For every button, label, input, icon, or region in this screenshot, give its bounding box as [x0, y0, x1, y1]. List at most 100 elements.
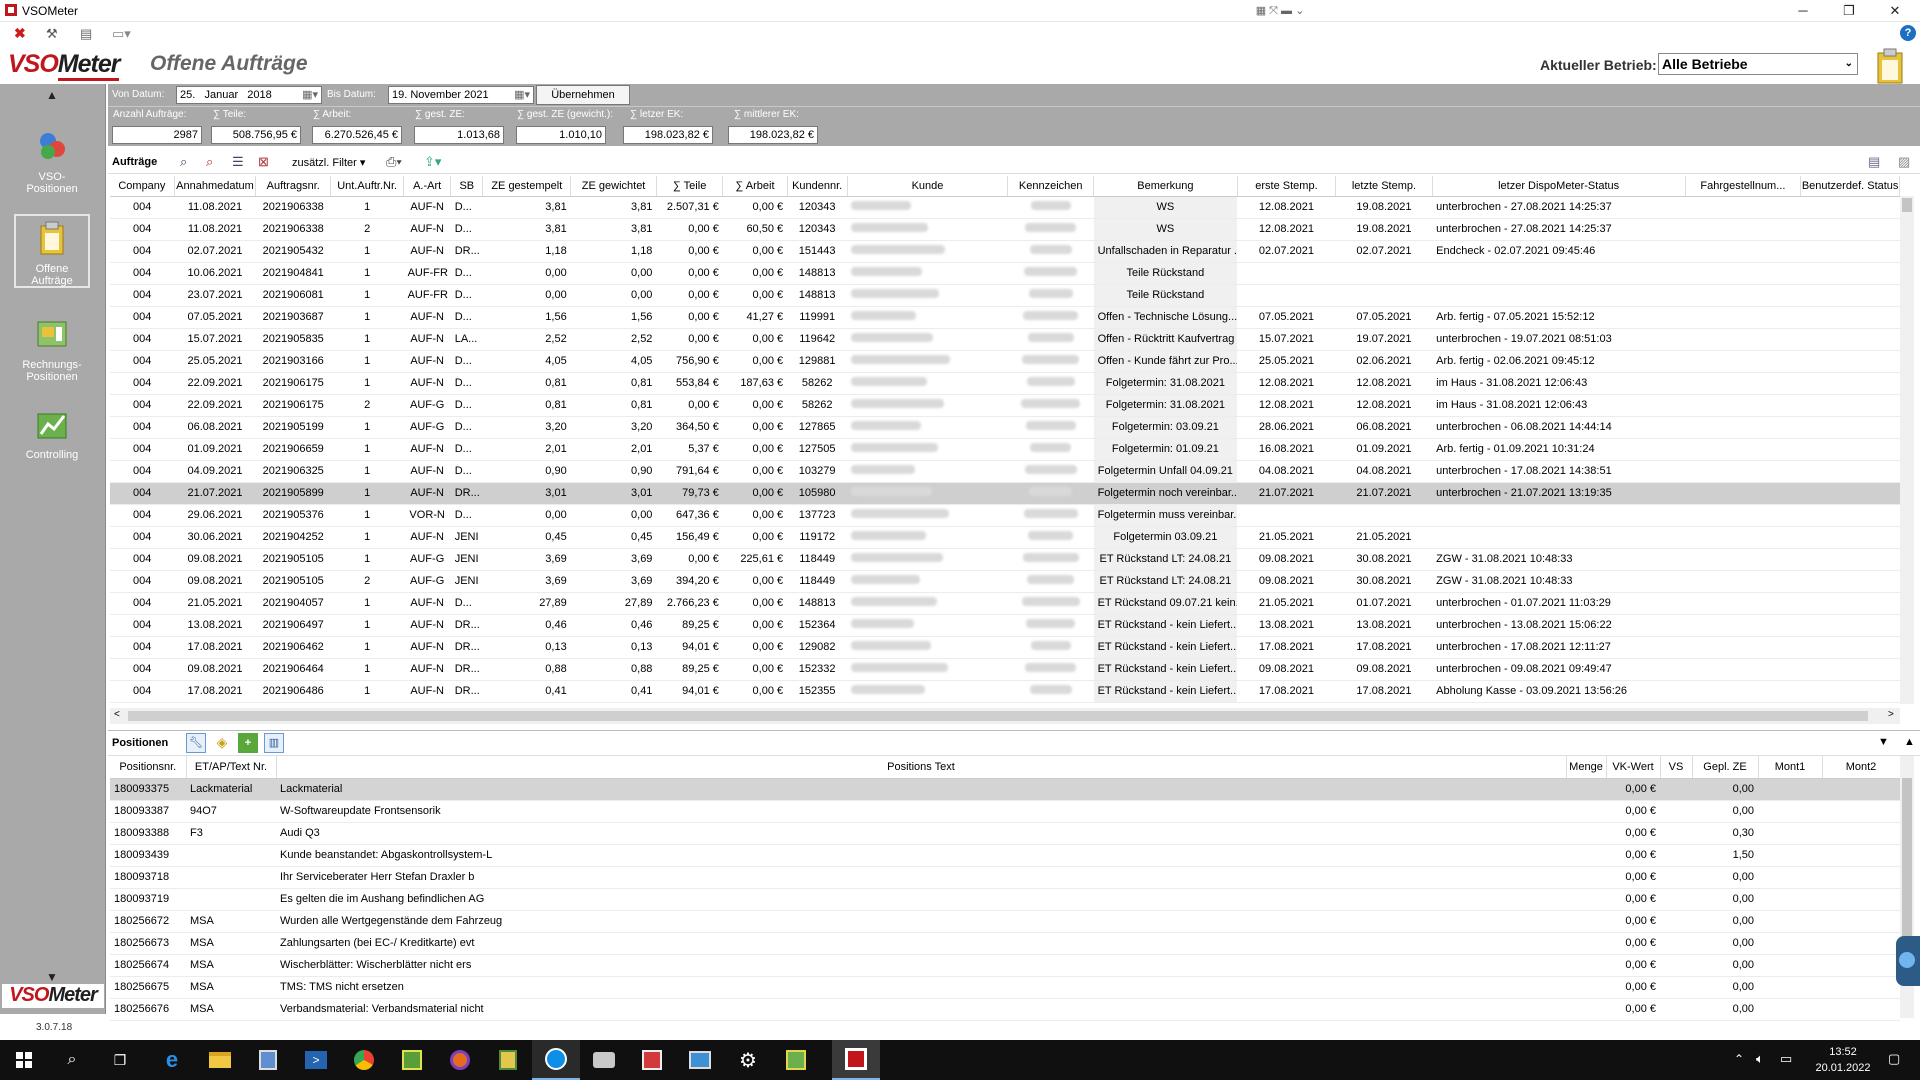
taskbar-task-view[interactable]: ❐ [96, 1040, 144, 1080]
table-row[interactable]: 004 10.06.2021 2021904841 1 AUF-FR D... 0,00 0,… [110, 262, 1900, 285]
orders-col-header[interactable]: ∑ Teile [656, 176, 724, 197]
von-date-input[interactable]: 25. Januar 2018 ▦▾ [176, 86, 322, 104]
calendar-icon[interactable]: ▦▾ [302, 87, 318, 103]
taskbar-chrome[interactable] [340, 1040, 388, 1080]
taskbar-firefox[interactable] [436, 1040, 484, 1080]
tools-icon[interactable]: ⚒ [46, 26, 58, 42]
orders-col-header[interactable]: letzer DispoMeter-Status [1432, 176, 1686, 197]
sidebar-item-vso-positionen[interactable]: VSO-Positionen [14, 128, 90, 195]
scrollbar-thumb[interactable] [1902, 198, 1912, 212]
table-row[interactable]: 180093439 Kunde beanstandet: Abgaskontrol… [110, 844, 1900, 867]
table-row[interactable]: 004 15.07.2021 2021905835 1 AUF-N LA... 2,52 2,… [110, 328, 1900, 351]
close-x-icon[interactable]: ✖ [14, 25, 26, 42]
apply-button[interactable]: Übernehmen [536, 85, 630, 105]
table-row[interactable]: 004 04.09.2021 2021906325 1 AUF-N D... 0,90 0,9… [110, 460, 1900, 483]
positions-col-header[interactable]: Positionsnr. [110, 756, 187, 779]
table-row[interactable]: 180093387 94O7 W-Softwareupdate Frontsenso… [110, 800, 1900, 823]
table-row[interactable]: 004 02.07.2021 2021905432 1 AUF-N DR... 1,18 1,… [110, 240, 1900, 263]
orders-col-header[interactable]: erste Stemp. [1237, 176, 1337, 197]
network-icon[interactable]: ▭ [1780, 1051, 1792, 1067]
betrieb-select[interactable]: Alle Betriebe ⌄ [1658, 53, 1858, 75]
calendar-icon[interactable]: ▦▾ [514, 87, 530, 103]
table-row[interactable]: 180093388 F3 Audi Q3 0,00 € 0,30 [110, 822, 1900, 845]
restore-button[interactable]: ❐ [1826, 0, 1872, 22]
close-button[interactable]: ✕ [1872, 0, 1918, 22]
table-row[interactable]: 180093375 Lackmaterial Lackmaterial 0,00 €0… [110, 778, 1900, 801]
table-row[interactable]: 004 29.06.2021 2021905376 1 VOR-N D... 0,00 0,0… [110, 504, 1900, 527]
table-row[interactable]: 180093719 Es gelten die im Aushang befind… [110, 888, 1900, 911]
table-row[interactable]: 004 09.08.2021 2021905105 2 AUF-G JENI 3,69 3,6… [110, 570, 1900, 593]
table-row[interactable]: 004 09.08.2021 2021906464 1 AUF-N DR... 0,88 0,… [110, 658, 1900, 681]
bis-date-input[interactable]: 19. November 2021 ▦▾ [388, 86, 534, 104]
positions-col-header[interactable]: Mont1 [1758, 756, 1823, 779]
taskbar-edge[interactable]: e [148, 1040, 196, 1080]
scrollbar-thumb[interactable] [1902, 778, 1912, 958]
orders-col-header[interactable]: Annahmedatum [174, 176, 257, 197]
sidebar-item-controlling[interactable]: Controlling [14, 406, 90, 461]
orders-col-header[interactable]: Auftragsnr. [255, 176, 332, 197]
taskbar-explorer[interactable] [196, 1040, 244, 1080]
notification-icon[interactable]: ▢ [1888, 1051, 1900, 1067]
stats-icon[interactable]: ▥ [264, 733, 284, 753]
orders-col-header[interactable]: Company [110, 176, 175, 197]
orders-col-header[interactable]: SB [450, 176, 484, 197]
parts-icon[interactable]: ◈ [212, 733, 232, 753]
help-icon[interactable]: ? [1900, 25, 1916, 41]
taskbar-vsometer[interactable] [832, 1040, 880, 1080]
orders-vscrollbar[interactable] [1900, 196, 1914, 704]
wrench-icon[interactable]: 🔧︎ [186, 733, 206, 753]
positions-col-header[interactable]: Menge [1566, 756, 1607, 779]
table-row[interactable]: 180256674 MSA Wischerblätter: Wischerblätt… [110, 954, 1900, 977]
positions-col-header[interactable]: ET/AP/Text Nr. [186, 756, 277, 779]
table-row[interactable]: 004 17.08.2021 2021906462 1 AUF-N DR... 0,13 0,… [110, 636, 1900, 659]
orders-col-header[interactable]: Kennzeichen [1007, 176, 1095, 197]
sidebar-item-rechnungs-positionen[interactable]: Rechnungs-Positionen [14, 316, 90, 383]
search-clear-icon[interactable]: ⌕ [206, 154, 213, 170]
scroll-left-icon[interactable]: < [114, 709, 120, 720]
print-icon[interactable]: ⎙▾ [386, 154, 402, 170]
taskbar-search[interactable]: ⌕ [48, 1040, 96, 1080]
filter-clear-icon[interactable]: ⊠ [258, 154, 269, 170]
document-icon[interactable]: ▭▾ [112, 26, 131, 42]
table-row[interactable]: 180256676 MSA Verbandsmaterial: Verbandsma… [110, 998, 1900, 1021]
orders-col-header[interactable]: letzte Stemp. [1335, 176, 1433, 197]
table-row[interactable]: 180093718 Ihr Serviceberater Herr Stefan … [110, 866, 1900, 889]
columns-icon[interactable]: ▨ [1898, 154, 1910, 170]
orders-col-header[interactable]: A.-Art [403, 176, 452, 197]
collapse-up-icon[interactable]: ▲ [1904, 736, 1915, 748]
orders-col-header[interactable]: ZE gestempelt [482, 176, 572, 197]
taskbar-app-10[interactable] [580, 1040, 628, 1080]
taskbar-powershell[interactable]: > [292, 1040, 340, 1080]
scroll-down-icon[interactable]: ▼ [46, 970, 58, 984]
search-icon[interactable]: ⌕ [180, 154, 187, 170]
positions-col-header[interactable]: VK-Wert [1606, 756, 1661, 779]
table-row[interactable]: 004 22.09.2021 2021906175 2 AUF-G D... 0,81 0,8… [110, 394, 1900, 417]
orders-hscrollbar[interactable]: < > [110, 708, 1900, 724]
table-row[interactable]: 180256673 MSA Zahlungsarten (bei EC-/ Kred… [110, 932, 1900, 955]
table-row[interactable]: 004 21.05.2021 2021904057 1 AUF-N D... 27,89 27… [110, 592, 1900, 615]
table-row[interactable]: 180256672 MSA Wurden alle Wertgegenstände … [110, 910, 1900, 933]
orders-col-header[interactable]: Unt.Auftr.Nr. [330, 176, 405, 197]
taskbar-app-11[interactable] [628, 1040, 676, 1080]
scroll-right-icon[interactable]: > [1888, 709, 1894, 720]
layout-icon[interactable]: ▤ [1868, 154, 1880, 170]
table-row[interactable]: 004 17.08.2021 2021906486 1 AUF-N DR... 0,41 0,… [110, 680, 1900, 703]
orders-col-header[interactable]: ∑ Arbeit [722, 176, 788, 197]
orders-col-header[interactable]: ZE gewichtet [570, 176, 657, 197]
taskbar-app-8[interactable] [484, 1040, 532, 1080]
taskbar-teamviewer[interactable] [532, 1040, 580, 1080]
positions-col-header[interactable]: Mont2 [1822, 756, 1901, 779]
export-icon[interactable]: ⇪▾ [424, 154, 441, 170]
table-row[interactable]: 004 22.09.2021 2021906175 1 AUF-N D... 0,81 0,8… [110, 372, 1900, 395]
sidebar-item-offene-auftraege[interactable]: Offene Aufträge [14, 220, 90, 287]
scroll-up-icon[interactable]: ▲ [46, 88, 58, 102]
orders-col-header[interactable]: Bemerkung [1093, 176, 1238, 197]
table-row[interactable]: 004 11.08.2021 2021906338 1 AUF-N D... 3,81 3,8… [110, 196, 1900, 219]
orders-col-header[interactable]: Kunde [847, 176, 1009, 197]
taskbar-settings[interactable]: ⚙ [724, 1040, 772, 1080]
taskbar-app-6[interactable] [388, 1040, 436, 1080]
table-row[interactable]: 004 06.08.2021 2021905199 1 AUF-G D... 3,20 3,2… [110, 416, 1900, 439]
tray-chevron-icon[interactable]: ⌃ [1734, 1052, 1744, 1066]
positions-col-header[interactable]: Positions Text [276, 756, 1567, 779]
taskbar-app-12[interactable] [676, 1040, 724, 1080]
